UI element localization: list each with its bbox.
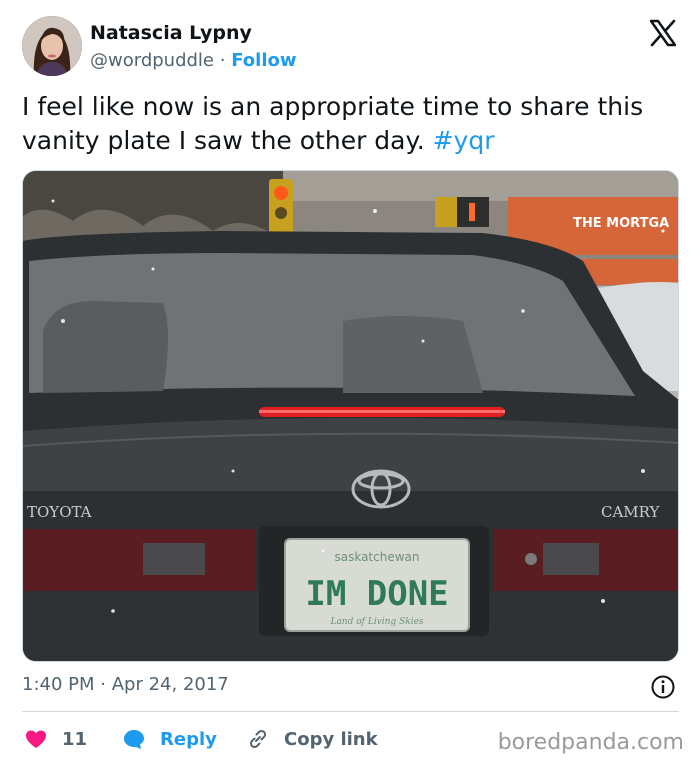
reply-button[interactable]: Reply bbox=[122, 722, 217, 756]
separator: · bbox=[219, 50, 226, 71]
heart-icon bbox=[24, 727, 48, 751]
author-handle[interactable]: @wordpuddle bbox=[90, 50, 214, 71]
watermark: boredpanda.com bbox=[497, 730, 684, 755]
author-name[interactable]: Natascia Lypny bbox=[90, 22, 252, 44]
tweet-text-line1: I feel like now is an appropriate time t… bbox=[22, 92, 644, 121]
hashtag-link[interactable]: #yqr bbox=[433, 126, 495, 155]
plate-main: IM DONE bbox=[305, 574, 448, 614]
brand-right: CAMRY bbox=[601, 503, 661, 521]
copy-link-button[interactable]: Copy link bbox=[246, 722, 378, 756]
like-button[interactable]: 11 bbox=[24, 722, 87, 756]
tweet-date: Apr 24, 2017 bbox=[111, 674, 229, 695]
brand-left: TOYOTA bbox=[27, 503, 92, 521]
avatar[interactable] bbox=[22, 16, 82, 76]
like-count: 11 bbox=[62, 728, 88, 750]
copy-link-label: Copy link bbox=[284, 728, 378, 750]
tweet-text-line2: vanity plate I saw the other day. bbox=[22, 126, 433, 155]
follow-button[interactable]: Follow bbox=[231, 50, 296, 71]
tweet-time: 1:40 PM bbox=[22, 674, 95, 695]
tweet-photo[interactable]: THE MORTGA TOYOTA CAMRY saskatchewan IM … bbox=[22, 170, 679, 662]
plate-top: saskatchewan bbox=[334, 550, 419, 564]
author-handle-row: @wordpuddle · Follow bbox=[90, 50, 297, 71]
tweet-timestamp[interactable]: 1:40 PM · Apr 24, 2017 bbox=[22, 674, 229, 695]
divider bbox=[22, 711, 679, 712]
meta-separator: · bbox=[100, 674, 106, 695]
x-logo-icon[interactable] bbox=[648, 18, 678, 48]
sign-text: THE MORTGA bbox=[573, 216, 669, 231]
link-icon bbox=[246, 727, 270, 751]
tweet-header: Natascia Lypny @wordpuddle · Follow bbox=[22, 16, 682, 78]
plate-bottom: Land of Living Skies bbox=[329, 617, 423, 627]
tweet-text: I feel like now is an appropriate time t… bbox=[22, 90, 682, 158]
info-icon[interactable] bbox=[650, 674, 676, 700]
reply-bubble-icon bbox=[122, 727, 146, 751]
reply-label: Reply bbox=[160, 728, 217, 750]
